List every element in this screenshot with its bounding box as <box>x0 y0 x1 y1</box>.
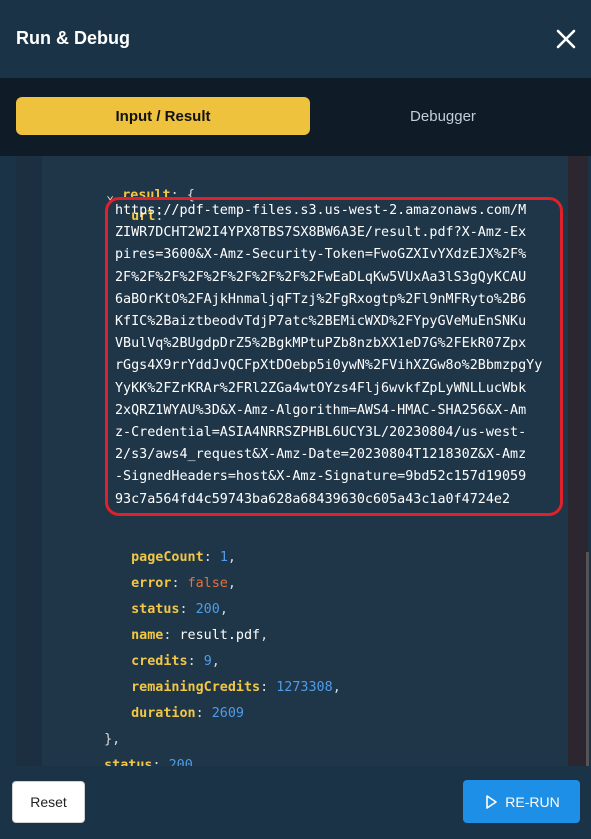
url-value: https://pdf-temp-files.s3.us-west-2.amaz… <box>115 200 542 511</box>
url-line-text: rGgs4X9rrYddJvQCFpXtDOebp5i0ywN%2FVihXZG… <box>115 358 543 374</box>
url-line-text: https://pdf-temp-files.s3.us-west-2.amaz… <box>115 203 527 218</box>
duration-line: duration: 2609 <box>131 706 244 721</box>
url-line-text: -SignedHeaders=host&X-Amz-Signature=9bd5… <box>115 469 527 485</box>
close-button[interactable] <box>554 27 578 51</box>
dialog-title: Run & Debug <box>16 28 130 48</box>
url-line-text: pires=3600&X-Amz-Security-Token=FwoGZXIv… <box>115 247 527 263</box>
rerun-button[interactable]: RE-RUN <box>463 780 580 823</box>
url-line-text: 2F%2F%2F%2F%2F%2F%2F%2F%2FwEaDLqKw5VUxAa… <box>115 269 527 285</box>
scrollbar-track[interactable] <box>568 156 588 766</box>
code-gutter <box>16 156 42 766</box>
json-value: 1273308 <box>276 680 333 695</box>
play-icon <box>486 794 498 809</box>
dialog-header: Run & Debug <box>0 0 591 78</box>
url-line-text: 93c7a564fd4c59743ba628a68439630c605a43c1… <box>115 491 511 507</box>
reset-button[interactable]: Reset <box>12 781 85 823</box>
rerun-label: RE-RUN <box>505 793 560 810</box>
json-key: duration <box>131 706 196 721</box>
close-icon <box>556 29 576 49</box>
url-line-text: KfIC%2BaiztbeodvTdjP7atc%2BEMicWXD%2FYpy… <box>115 314 527 330</box>
url-line-text: YyKK%2FZrKRAr%2FRl2ZGa4wtOYzs4Flj6wvkfZp… <box>115 380 527 396</box>
url-line-text: 2/s3/aws4_request&X-Amz-Date=20230804T12… <box>115 447 527 463</box>
url-line-text: ZIWR7DCHT2W2I4YPX8TBS7SX8BW6A3E/result.p… <box>115 225 527 241</box>
url-line-text: z-Credential=ASIA4NRRSZPHBL6UCY3L/202308… <box>115 425 527 441</box>
json-value: 2609 <box>211 706 244 721</box>
scrollbar-thumb[interactable] <box>586 552 589 766</box>
tab-debugger[interactable]: Debugger <box>296 97 590 135</box>
url-line-text: 6aBOrKtO%2FAjkHnmaljqFTzj%2FgRxogtp%2Fl9… <box>115 291 527 307</box>
tab-input-result[interactable]: Input / Result <box>16 97 310 135</box>
url-line-text: 2xQRZ1WYAU%3D&X-Amz-Algorithm=AWS4-HMAC-… <box>115 402 527 418</box>
url-line-text: VBulVq%2BUgdpDrZ5%2BgkMPtuPZb8nzbXX1eD7G… <box>115 336 527 352</box>
